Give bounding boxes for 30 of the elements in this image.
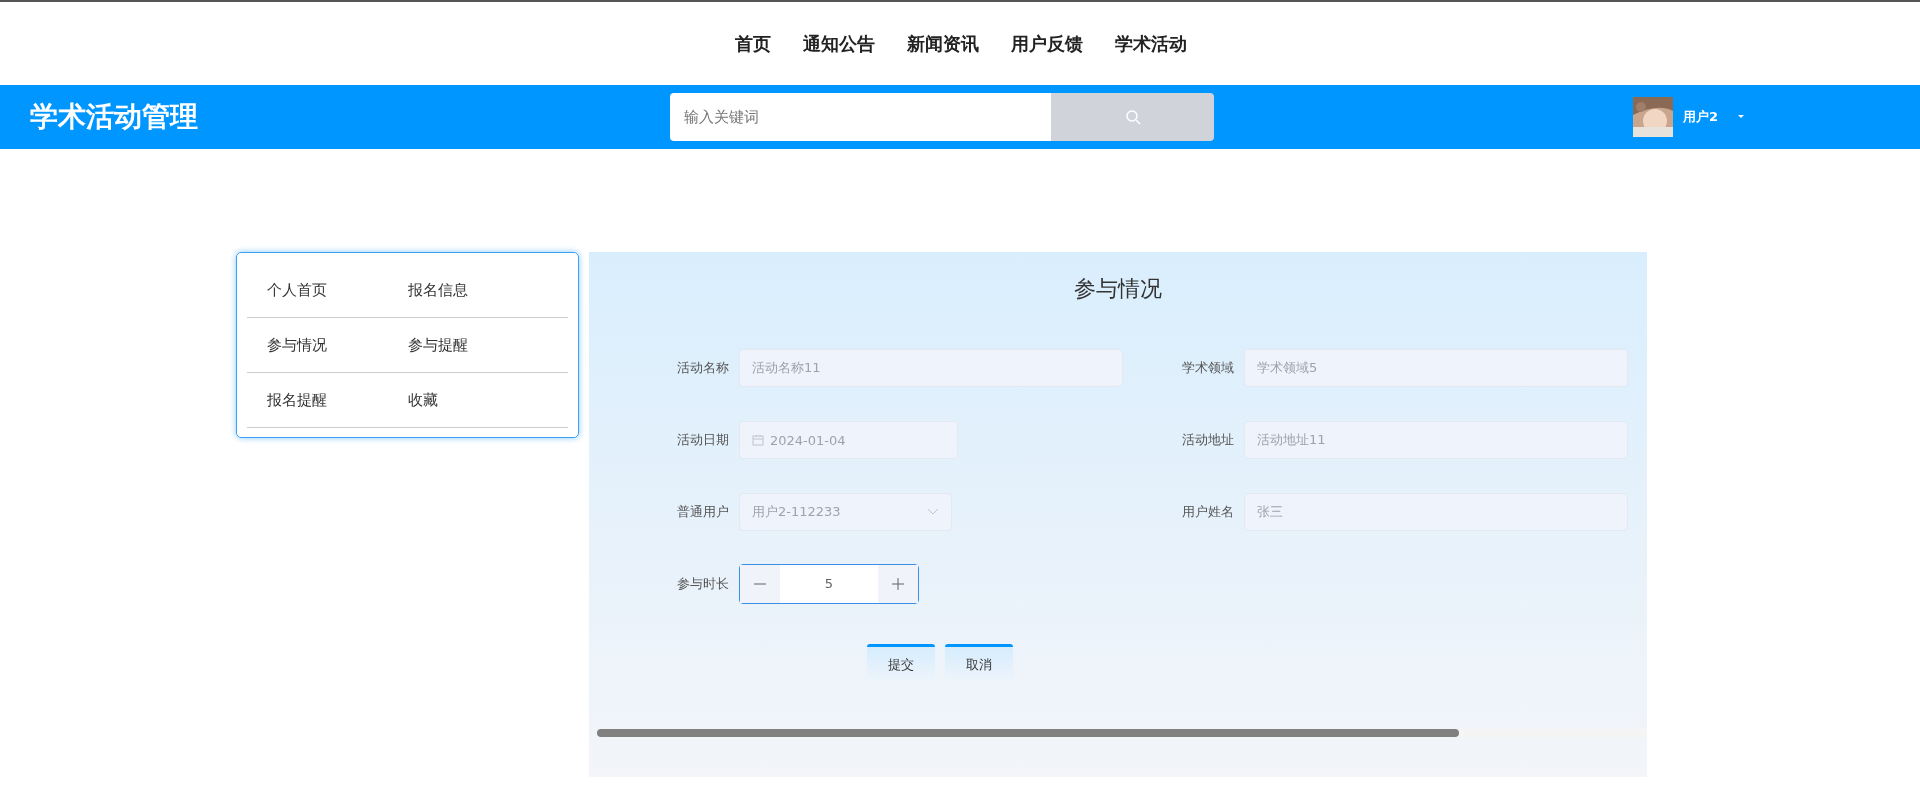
- nav-link[interactable]: 学术活动: [1113, 31, 1187, 56]
- site-title: 学术活动管理: [30, 99, 199, 135]
- plus-icon[interactable]: [892, 578, 904, 590]
- field-label: 普通用户: [676, 503, 729, 521]
- sidebar-item[interactable]: 收藏: [407, 373, 568, 428]
- field-label: 参与时长: [676, 575, 729, 593]
- field-label: 用户姓名: [1181, 503, 1234, 521]
- nav-link[interactable]: 用户反馈: [1009, 31, 1083, 56]
- sidebar-item[interactable]: 报名提醒: [247, 373, 408, 428]
- field-label: 学术领域: [1181, 359, 1234, 377]
- sidebar-item[interactable]: 参与情况: [247, 318, 408, 373]
- sidebar-item[interactable]: 个人首页: [247, 263, 408, 318]
- nav-link[interactable]: 新闻资讯: [905, 31, 979, 56]
- chevron-icon[interactable]: [927, 508, 939, 516]
- field-label: 活动名称: [676, 359, 729, 377]
- nav-link[interactable]: 通知公告: [801, 31, 875, 56]
- sidebar-item[interactable]: 参与提醒: [407, 318, 568, 373]
- caret-icon[interactable]: [1736, 114, 1747, 120]
- calendar-icon: [752, 434, 764, 446]
- scrollbar-thumb[interactable]: [597, 729, 1459, 737]
- minus-icon[interactable]: [754, 583, 766, 585]
- field-label: 活动地址: [1181, 431, 1234, 449]
- field-label: 活动日期: [676, 431, 729, 449]
- search-icon: [1124, 109, 1141, 125]
- search-button[interactable]: [1051, 93, 1214, 141]
- search-field[interactable]: 输入关键词: [670, 93, 1051, 141]
- sidebar-item[interactable]: 报名信息: [407, 263, 568, 318]
- nav-link[interactable]: 首页: [733, 31, 771, 56]
- form-title: 参与情况: [1073, 275, 1163, 303]
- number-stepper[interactable]: 5: [739, 564, 919, 604]
